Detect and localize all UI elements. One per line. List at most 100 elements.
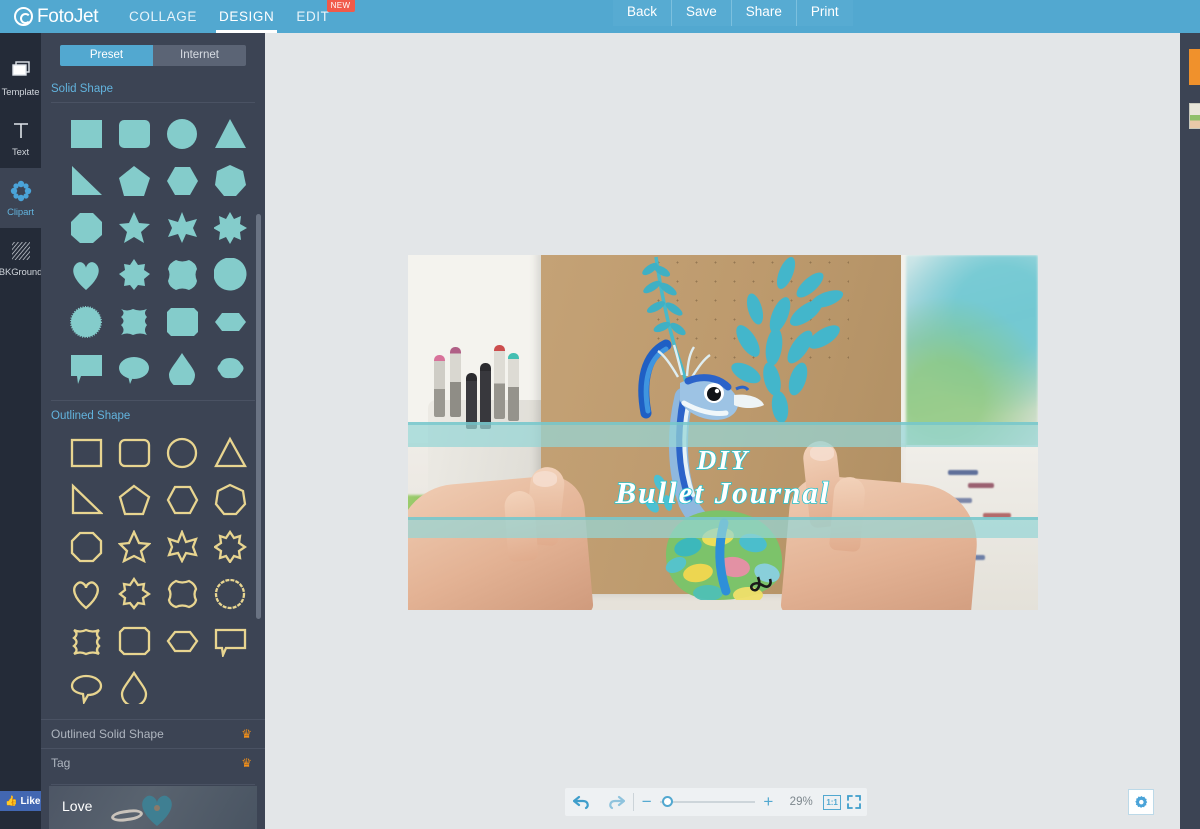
shape-solid-teardrop[interactable] bbox=[158, 345, 206, 392]
shape-outline-square[interactable] bbox=[62, 429, 110, 476]
panel-scroll-area[interactable]: Solid Shape Outlined Shape Outlined Soli… bbox=[41, 74, 265, 819]
shape-solid-square[interactable] bbox=[62, 110, 110, 157]
shape-outline-pentagon[interactable] bbox=[110, 476, 158, 523]
divider bbox=[51, 400, 255, 401]
layers-icon bbox=[10, 59, 32, 83]
tool-rail: Template Text Clipart BKGround 👍 Like bbox=[0, 33, 44, 829]
hatch-pattern-icon bbox=[11, 239, 31, 263]
shape-outline-octagon[interactable] bbox=[62, 523, 110, 570]
shape-solid-scalloped-star-square[interactable] bbox=[110, 251, 158, 298]
shape-outline-speech-box[interactable] bbox=[206, 617, 254, 664]
shape-solid-pentagon[interactable] bbox=[110, 157, 158, 204]
panel-scrollbar[interactable] bbox=[256, 214, 261, 619]
tab-preset[interactable]: Preset bbox=[60, 45, 153, 66]
save-button[interactable]: Save bbox=[671, 0, 731, 26]
locked-row-tag-label: Tag bbox=[51, 756, 71, 770]
shape-solid-star-8[interactable] bbox=[206, 204, 254, 251]
shape-outline-scalloped-octagon[interactable] bbox=[158, 570, 206, 617]
actual-size-button[interactable]: 1:1 bbox=[823, 794, 842, 810]
featured-category-love[interactable]: Love bbox=[49, 786, 257, 829]
thumbs-up-icon: 👍 bbox=[5, 795, 18, 807]
rail-item-template[interactable]: Template bbox=[0, 48, 41, 108]
app-header: FotoJet COLLAGE DESIGN EDIT NEW Back Sav… bbox=[0, 0, 1200, 33]
shape-outline-rounded-square[interactable] bbox=[110, 429, 158, 476]
shape-outline-scalloped-star-square[interactable] bbox=[110, 570, 158, 617]
shape-outline-speech-ellipse[interactable] bbox=[62, 664, 110, 711]
tab-internet[interactable]: Internet bbox=[153, 45, 246, 66]
zoom-level-value: 29% bbox=[789, 796, 813, 808]
shape-outline-notched-square[interactable] bbox=[110, 617, 158, 664]
shape-solid-triangle[interactable] bbox=[206, 110, 254, 157]
shape-solid-concave-square[interactable] bbox=[110, 298, 158, 345]
shape-solid-star-5[interactable] bbox=[110, 204, 158, 251]
undo-button[interactable] bbox=[565, 788, 599, 816]
shape-outline-heptagon[interactable] bbox=[206, 476, 254, 523]
shape-outline-star-6[interactable] bbox=[158, 523, 206, 570]
banner-bottom-bar[interactable] bbox=[408, 520, 1038, 538]
locked-row-outlined-solid-shape[interactable]: Outlined Solid Shape ♛ bbox=[41, 719, 265, 748]
shape-solid-speech-ellipse[interactable] bbox=[110, 345, 158, 392]
shape-solid-scalloped-circle[interactable] bbox=[206, 251, 254, 298]
zoom-slider[interactable] bbox=[659, 796, 756, 807]
shape-outline-star-5[interactable] bbox=[110, 523, 158, 570]
share-button[interactable]: Share bbox=[730, 0, 796, 26]
design-canvas[interactable]: DIY Bullet Journal bbox=[408, 255, 1038, 610]
pen bbox=[494, 345, 505, 419]
brand-logo[interactable]: FotoJet bbox=[14, 6, 100, 28]
nav-tab-collage[interactable]: COLLAGE bbox=[118, 0, 208, 33]
canvas-toolbar: − + 29% 1:1 bbox=[565, 788, 867, 816]
header-actions: Back Save Share Print bbox=[613, 0, 853, 26]
shape-outline-star-8[interactable] bbox=[206, 523, 254, 570]
fotojet-design-app: FotoJet COLLAGE DESIGN EDIT NEW Back Sav… bbox=[0, 0, 1200, 829]
redo-button[interactable] bbox=[599, 788, 633, 816]
nav-tab-design[interactable]: DESIGN bbox=[208, 0, 285, 33]
rail-item-text[interactable]: Text bbox=[0, 108, 41, 168]
scattered-pen bbox=[968, 483, 994, 488]
shape-outline-triangle[interactable] bbox=[206, 429, 254, 476]
shape-solid-hexagon[interactable] bbox=[158, 157, 206, 204]
shape-outline-scalloped-circle[interactable] bbox=[206, 570, 254, 617]
fit-to-screen-button[interactable] bbox=[841, 788, 867, 816]
facebook-like-button[interactable]: 👍 Like bbox=[0, 791, 44, 811]
shape-solid-speech-cloud[interactable] bbox=[206, 345, 254, 392]
redo-arrow-icon bbox=[609, 795, 625, 810]
rail-item-bkground[interactable]: BKGround bbox=[0, 228, 42, 288]
nav-tab-edit[interactable]: EDIT NEW bbox=[285, 0, 355, 33]
shape-solid-octagon[interactable] bbox=[62, 204, 110, 251]
print-button[interactable]: Print bbox=[795, 0, 853, 26]
gear-flower-icon bbox=[10, 179, 32, 203]
zoom-out-button[interactable]: − bbox=[634, 788, 660, 816]
locked-row-tag[interactable]: Tag ♛ bbox=[41, 748, 265, 777]
shape-solid-starburst-circle[interactable] bbox=[62, 298, 110, 345]
shape-solid-rounded-square[interactable] bbox=[110, 110, 158, 157]
featured-category-label: Love bbox=[62, 798, 93, 814]
shape-solid-heart[interactable] bbox=[62, 251, 110, 298]
shape-outline-heart[interactable] bbox=[62, 570, 110, 617]
shape-solid-circle[interactable] bbox=[158, 110, 206, 157]
rail-item-clipart[interactable]: Clipart bbox=[0, 168, 41, 228]
canvas-workspace[interactable]: DIY Bullet Journal − + 29% 1:1 bbox=[265, 33, 1200, 829]
zoom-in-button[interactable]: + bbox=[755, 788, 781, 816]
shape-solid-right-triangle[interactable] bbox=[62, 157, 110, 204]
shape-solid-heptagon[interactable] bbox=[206, 157, 254, 204]
shape-outline-circle[interactable] bbox=[158, 429, 206, 476]
add-photo-button[interactable] bbox=[1189, 49, 1200, 85]
shape-solid-scalloped-octagon[interactable] bbox=[158, 251, 206, 298]
photo-library-panel[interactable] bbox=[1180, 33, 1200, 829]
shape-outline-teardrop[interactable] bbox=[110, 664, 158, 711]
shape-outline-hexagon[interactable] bbox=[158, 476, 206, 523]
pen bbox=[480, 363, 491, 429]
shape-solid-star-6[interactable] bbox=[158, 204, 206, 251]
shape-solid-notched-square[interactable] bbox=[158, 298, 206, 345]
shape-outline-flat-hexagon[interactable] bbox=[158, 617, 206, 664]
zoom-slider-handle[interactable] bbox=[661, 796, 673, 807]
photo-thumbnail[interactable] bbox=[1189, 103, 1200, 129]
back-button[interactable]: Back bbox=[613, 0, 672, 26]
shape-solid-speech-box[interactable] bbox=[62, 345, 110, 392]
shape-solid-flat-hexagon[interactable] bbox=[206, 298, 254, 345]
shape-outline-right-triangle[interactable] bbox=[62, 476, 110, 523]
shape-outline-concave-square[interactable] bbox=[62, 617, 110, 664]
pen bbox=[434, 355, 445, 417]
canvas-settings-button[interactable] bbox=[1128, 789, 1154, 815]
banner-top-bar[interactable] bbox=[408, 425, 1038, 447]
